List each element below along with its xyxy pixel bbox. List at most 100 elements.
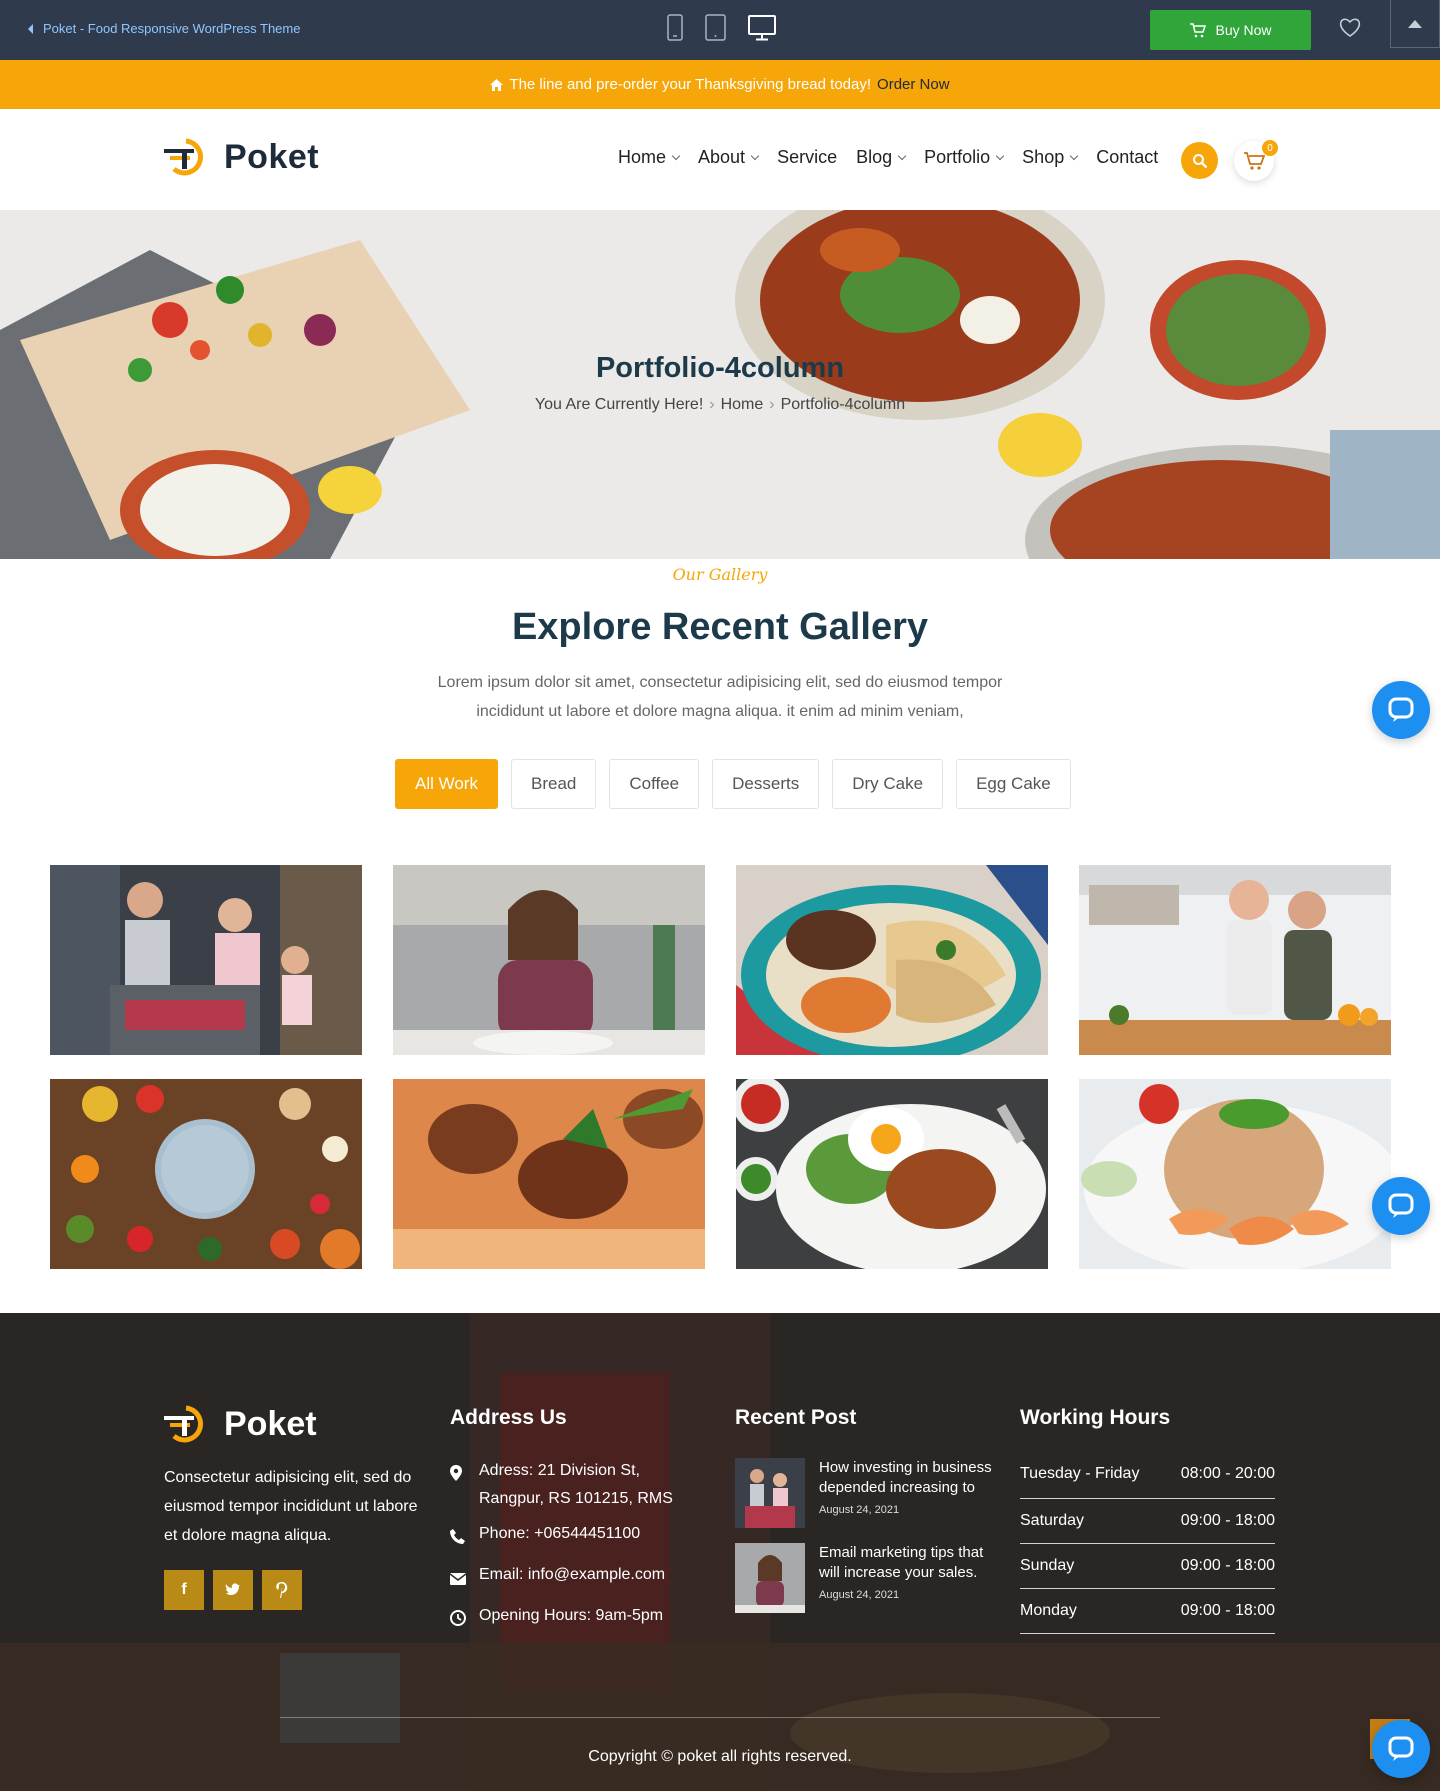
filter-egg-cake[interactable]: Egg Cake <box>956 759 1071 809</box>
opening-row: Opening Hours: 9am-5pm <box>450 1602 700 1636</box>
woman-dining-image <box>393 865 705 1055</box>
gallery-item[interactable] <box>1079 1079 1391 1269</box>
phone-text[interactable]: Phone: +06544451100 <box>479 1520 640 1554</box>
chat-icon <box>1388 1736 1414 1761</box>
page-banner: Portfolio-4column You Are Currently Here… <box>0 210 1440 559</box>
nav-contact[interactable]: Contact <box>1096 147 1158 168</box>
cart-count-badge: 0 <box>1262 140 1278 156</box>
gallery-item[interactable] <box>50 865 362 1055</box>
gallery-item[interactable] <box>393 1079 705 1269</box>
map-pin-icon <box>450 1457 467 1513</box>
chevron-right-icon: › <box>769 396 775 413</box>
mobile-icon[interactable] <box>667 14 683 46</box>
nav-portfolio[interactable]: Portfolio <box>924 147 1005 168</box>
address-heading: Address Us <box>450 1406 567 1429</box>
section-title: Explore Recent Gallery <box>511 606 929 648</box>
heart-icon[interactable] <box>1339 18 1361 43</box>
post-title: How investing in business depended incre… <box>819 1459 992 1496</box>
envelope-icon <box>449 1561 467 1595</box>
chat-widget-button[interactable] <box>1372 1720 1430 1778</box>
nav-label: Blog <box>856 147 893 167</box>
facebook-icon[interactable]: f <box>164 1570 204 1610</box>
collapse-bar-button[interactable] <box>1390 0 1440 48</box>
post-thumbnail <box>735 1458 805 1528</box>
family-shopping-image <box>50 865 362 1055</box>
phone-row: Phone: +06544451100 <box>450 1520 700 1554</box>
pinterest-icon[interactable] <box>262 1570 302 1610</box>
gallery-filters: All Work Bread Coffee Desserts Dry Cake … <box>395 759 1071 809</box>
chat-icon <box>1388 1193 1414 1218</box>
nav-label: Shop <box>1022 147 1065 167</box>
hours-time: 09:00 - 18:00 <box>1180 1557 1275 1574</box>
nav-service[interactable]: Service <box>777 147 837 168</box>
post-date: August 24, 2021 <box>819 1504 900 1516</box>
gallery-item[interactable] <box>736 1079 1048 1269</box>
logo[interactable]: Poket <box>164 137 319 177</box>
email-row: Email: info@example.com <box>449 1561 700 1595</box>
gallery-item[interactable] <box>1079 865 1391 1055</box>
address-list: Adress: 21 Division St, Rangpur, RS 1012… <box>449 1457 700 1643</box>
breadcrumb-home-link[interactable]: Home <box>721 396 764 413</box>
post-title: Email marketing tips that will increase … <box>819 1544 984 1581</box>
hours-row: Monday 09:00 - 18:00 <box>1020 1589 1275 1634</box>
twitter-icon[interactable] <box>213 1570 253 1610</box>
filter-all-work[interactable]: All Work <box>395 759 498 809</box>
home-icon <box>490 78 504 91</box>
back-link[interactable]: Poket - Food Responsive WordPress Theme <box>28 21 300 36</box>
chat-icon <box>1388 697 1414 722</box>
nav-label: Portfolio <box>924 147 991 167</box>
announcement-text: The line and pre-order your Thanksgiving… <box>509 76 872 93</box>
address-column: Address Us <box>450 1406 567 1456</box>
gallery-item[interactable] <box>50 1079 362 1269</box>
footer-about-text: Consectetur adipisicing elit, sed do eiu… <box>164 1469 418 1544</box>
post-thumbnail <box>735 1543 805 1613</box>
nav-about[interactable]: About <box>698 147 760 168</box>
nav-label: Home <box>618 147 667 167</box>
egg-rice-plate-image <box>736 1079 1048 1269</box>
cart-icon <box>1190 22 1207 37</box>
filter-bread[interactable]: Bread <box>510 759 597 809</box>
section-description: Lorem ipsum dolor sit amet, consectetur … <box>437 674 1003 720</box>
hours-day: Saturday <box>1020 1512 1085 1529</box>
email-text[interactable]: Email: info@example.com <box>479 1561 665 1595</box>
buy-now-label: Buy Now <box>1215 22 1272 38</box>
post-date: August 24, 2021 <box>819 1589 900 1601</box>
hours-time: 09:00 - 18:00 <box>1180 1602 1275 1619</box>
section-kicker: Our Gallery <box>672 565 768 584</box>
hours-row: Sunday 09:00 - 18:00 <box>1020 1544 1275 1589</box>
nav-label: Service <box>777 147 838 167</box>
rice-dish-image <box>393 1079 705 1269</box>
working-hours-column: Working Hours <box>1020 1406 1170 1456</box>
recent-post-item[interactable]: Email marketing tips that will increase … <box>735 1543 995 1613</box>
filter-dry-cake[interactable]: Dry Cake <box>832 759 944 809</box>
gallery-item[interactable] <box>736 865 1048 1055</box>
desktop-icon[interactable] <box>748 15 776 46</box>
page-title: Portfolio-4column <box>595 352 845 384</box>
nav-label: About <box>698 147 746 167</box>
tablet-icon[interactable] <box>705 14 726 46</box>
chat-widget-button[interactable] <box>1372 681 1430 739</box>
filter-desserts[interactable]: Desserts <box>712 759 820 809</box>
breadcrumb-intro: You Are Currently Here! <box>534 396 704 413</box>
announcement-bar: The line and pre-order your Thanksgiving… <box>0 60 1440 109</box>
social-links: f <box>164 1570 302 1610</box>
search-button[interactable] <box>1181 142 1218 179</box>
gallery-item[interactable] <box>393 865 705 1055</box>
nav-blog[interactable]: Blog <box>856 147 907 168</box>
recent-post-item[interactable]: How investing in business depended incre… <box>735 1458 995 1528</box>
nav-home[interactable]: Home <box>618 147 681 168</box>
chat-widget-button[interactable] <box>1372 1177 1430 1235</box>
filter-coffee[interactable]: Coffee <box>609 759 700 809</box>
search-icon <box>1192 153 1207 168</box>
order-now-link[interactable]: Order Now <box>877 76 950 93</box>
buy-now-button[interactable]: Buy Now <box>1150 10 1311 50</box>
opening-text: Opening Hours: 9am-5pm <box>479 1607 664 1624</box>
footer-logo[interactable]: Poket <box>164 1404 317 1444</box>
nav-shop[interactable]: Shop <box>1022 147 1079 168</box>
main-nav: Home About Service Blog Portfolio Shop C… <box>618 147 1177 168</box>
logo-icon <box>164 138 203 176</box>
chevron-down-icon <box>750 151 760 160</box>
phone-icon <box>450 1520 467 1554</box>
chevron-down-icon <box>897 151 907 160</box>
copyright-text: Copyright © poket all rights reserved. <box>588 1748 852 1765</box>
